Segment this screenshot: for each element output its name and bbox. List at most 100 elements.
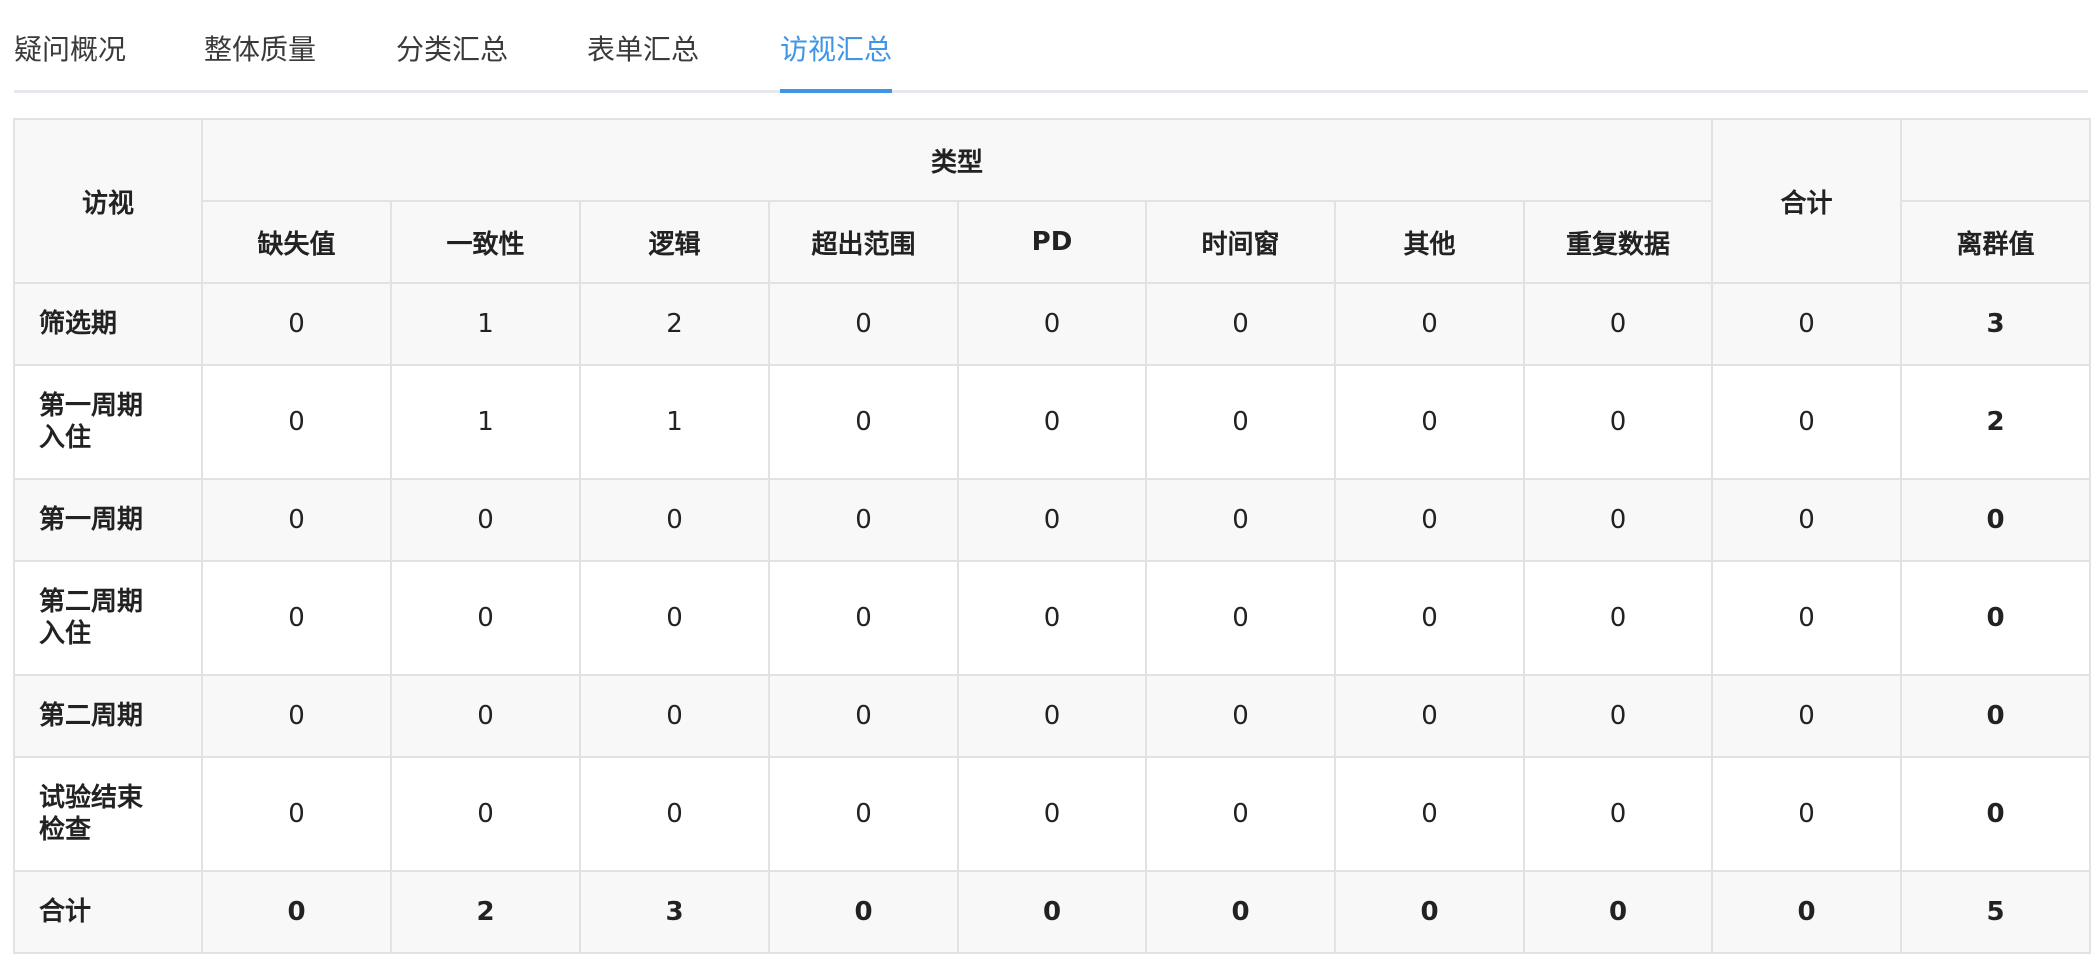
count-cell: 0 [1522,282,1714,366]
count-cell: 0 [1522,674,1714,758]
row-total-cell: 0 [1711,282,1903,366]
row-total-cell: 0 [1711,674,1903,758]
count-cell: 0 [957,870,1147,954]
tab-category-summary[interactable]: 分类汇总 [396,26,508,90]
count-cell: 0 [390,478,581,562]
header-out-of-range: 超出范围 [768,200,959,284]
count-cell: 0 [390,560,581,676]
visit-name-line: 第一周期 [39,505,144,535]
tab-query-overview[interactable]: 疑问概况 [14,26,126,90]
count-cell: 0 [1522,756,1714,872]
count-cell: 0 [579,756,770,872]
count-cell: 0 [957,674,1147,758]
table-row: 第二周期 0 0 0 0 0 0 0 0 0 0 [13,674,2092,758]
header-type: 类型 [200,118,1714,202]
outlier-cell: 0 [1900,560,2092,676]
count-cell: 0 [390,674,581,758]
count-cell: 1 [390,282,581,366]
table-row: 第一周期 0 0 0 0 0 0 0 0 0 0 [13,478,2092,562]
visit-name-cell: 第二周期 [13,674,203,758]
count-cell: 0 [1145,282,1336,366]
count-cell: 0 [201,282,392,366]
tab-form-summary[interactable]: 表单汇总 [587,26,699,90]
header-outlier: 离群值 [1900,200,2092,284]
table-row: 筛选期 0 1 2 0 0 0 0 0 0 3 [13,282,2092,366]
count-cell: 0 [390,756,581,872]
count-cell: 0 [579,560,770,676]
visit-name-line: 检查 [39,815,92,845]
header-consistency: 一致性 [390,200,581,284]
outlier-cell: 2 [1900,364,2092,480]
table-row: 试验结束 检查 0 0 0 0 0 0 0 0 0 0 [13,756,2092,872]
visit-name-line: 第一周期 [39,391,144,421]
row-total-cell: 0 [1711,756,1903,872]
visit-name-line: 第二周期 [39,701,144,731]
count-cell: 0 [201,870,392,954]
count-cell: 0 [957,364,1147,480]
count-cell: 0 [768,282,959,366]
visit-name-cell: 第二周期 入住 [13,560,203,676]
count-cell: 0 [768,674,959,758]
outlier-cell: 0 [1900,674,2092,758]
count-cell: 2 [390,870,581,954]
count-cell: 0 [201,560,392,676]
count-cell: 0 [768,870,959,954]
count-cell: 0 [1145,756,1336,872]
table-row: 第一周期 入住 0 1 1 0 0 0 0 0 0 2 [13,364,2092,480]
outlier-cell: 0 [1900,478,2092,562]
count-cell: 0 [1334,560,1525,676]
visit-summary-table: 访视 类型 合计 缺失值 一致性 逻辑 超出范围 PD 时间窗 其他 重复数据 … [13,118,2092,954]
visit-name-line: 试验结束 [39,783,144,813]
count-cell: 0 [1334,674,1525,758]
count-cell: 0 [1334,870,1525,954]
header-missing: 缺失值 [201,200,392,284]
count-cell: 3 [579,870,770,954]
count-cell: 1 [390,364,581,480]
count-cell: 1 [579,364,770,480]
outlier-cell: 0 [1900,756,2092,872]
header-duplicate: 重复数据 [1522,200,1714,284]
header-other: 其他 [1334,200,1525,284]
count-cell: 0 [1145,364,1336,480]
count-cell: 0 [957,560,1147,676]
count-cell: 0 [957,282,1147,366]
count-cell: 0 [768,756,959,872]
outlier-cell: 3 [1900,282,2092,366]
count-cell: 2 [579,282,770,366]
count-cell: 0 [768,560,959,676]
count-cell: 0 [768,364,959,480]
count-cell: 0 [1145,478,1336,562]
count-cell: 0 [1334,364,1525,480]
visit-name-cell: 第一周期 入住 [13,364,203,480]
count-cell: 0 [1522,364,1714,480]
tab-overall-quality[interactable]: 整体质量 [204,26,316,90]
count-cell: 0 [1334,282,1525,366]
count-cell: 0 [1334,756,1525,872]
row-total-cell: 0 [1711,560,1903,676]
count-cell: 0 [1522,478,1714,562]
count-cell: 0 [201,478,392,562]
outlier-cell: 5 [1900,870,2092,954]
visit-name-line: 入住 [39,423,92,453]
count-cell: 0 [579,674,770,758]
count-cell: 0 [1522,870,1714,954]
count-cell: 0 [1522,560,1714,676]
visit-name-line: 筛选期 [39,309,118,339]
count-cell: 0 [579,478,770,562]
row-total-cell: 0 [1711,478,1903,562]
tab-visit-summary[interactable]: 访视汇总 [780,26,893,93]
header-pd: PD [957,200,1147,284]
count-cell: 0 [1334,478,1525,562]
header-logic: 逻辑 [579,200,770,284]
visit-name-line: 入住 [39,619,92,649]
count-cell: 0 [957,756,1147,872]
header-time-window: 时间窗 [1145,200,1336,284]
visit-name-cell: 合计 [13,870,203,954]
row-total-cell: 0 [1711,364,1903,480]
count-cell: 0 [768,478,959,562]
visit-name-line: 合计 [39,897,92,927]
visit-name-cell: 第一周期 [13,478,203,562]
count-cell: 0 [201,364,392,480]
count-cell: 0 [957,478,1147,562]
visit-name-cell: 试验结束 检查 [13,756,203,872]
